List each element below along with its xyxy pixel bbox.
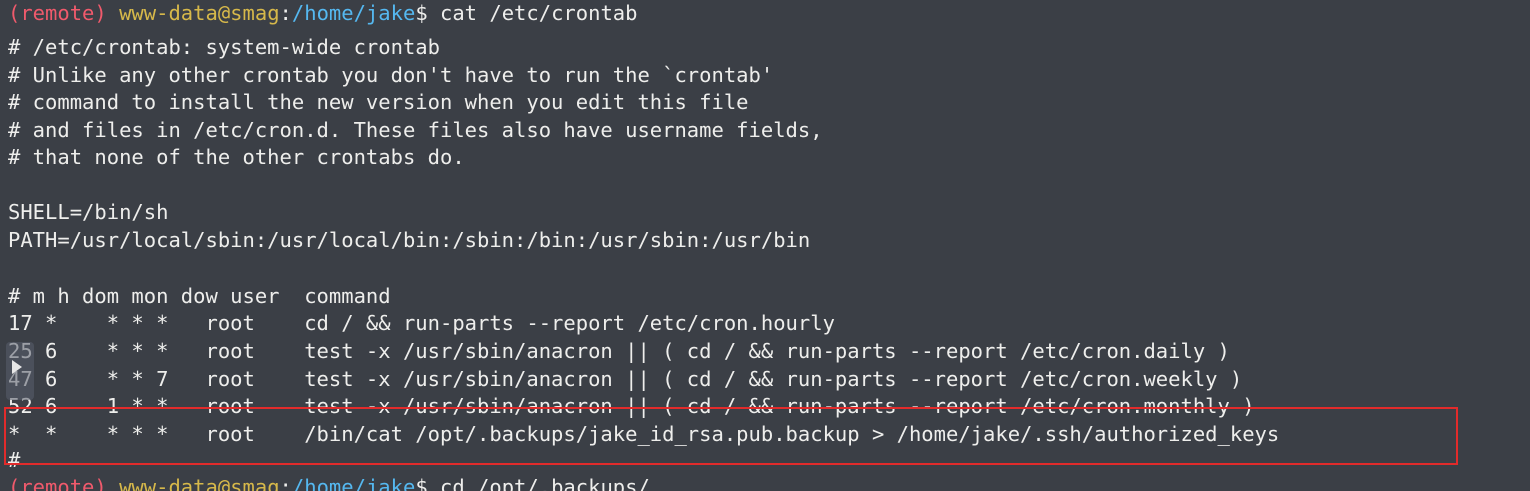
prompt-dollar: $	[415, 475, 428, 491]
prompt-colon: :	[279, 1, 292, 25]
output-line: PATH=/usr/local/sbin:/usr/local/bin:/sbi…	[8, 228, 811, 252]
play-icon[interactable]	[12, 360, 22, 374]
output-line: # that none of the other crontabs do.	[8, 145, 465, 169]
user-host: www-data@smag	[119, 1, 280, 25]
remote-tag: (remote)	[8, 1, 107, 25]
next-prompt-line: (remote) www-data@smag:/home/jake$ cd /o…	[8, 474, 650, 491]
output-line: # and files in /etc/cron.d. These files …	[8, 118, 823, 142]
output-line: 25 6 * * * root test -x /usr/sbin/anacro…	[8, 339, 1230, 363]
output-line: 52 6 1 * * root test -x /usr/sbin/anacro…	[8, 394, 1255, 418]
prompt-line: (remote) www-data@smag:/home/jake$ cat /…	[8, 0, 637, 27]
prompt-colon: :	[279, 475, 292, 491]
command-text: cd /opt/.backups/	[427, 475, 650, 491]
current-directory: /home/jake	[291, 475, 416, 491]
output-line: #	[8, 448, 21, 472]
terminal-window[interactable]: (remote) www-data@smag:/home/jake$ cat /…	[0, 0, 1530, 491]
current-directory: /home/jake	[291, 1, 416, 25]
output-line: 17 * * * * root cd / && run-parts --repo…	[8, 311, 835, 335]
output-line: # /etc/crontab: system-wide crontab	[8, 35, 440, 59]
highlighted-cron-entry: * * * * * root /bin/cat /opt/.backups/ja…	[8, 422, 1280, 446]
output-line: SHELL=/bin/sh	[8, 200, 169, 224]
output-line: # command to install the new version whe…	[8, 90, 749, 114]
prompt-dollar: $	[415, 1, 428, 25]
command-text: cat /etc/crontab	[427, 1, 638, 25]
remote-tag: (remote)	[8, 475, 107, 491]
user-host: www-data@smag	[119, 475, 280, 491]
output-line: # m h dom mon dow user command	[8, 284, 391, 308]
output-line: # Unlike any other crontab you don't hav…	[8, 63, 774, 87]
output-line: 47 6 * * 7 root test -x /usr/sbin/anacro…	[8, 367, 1243, 391]
